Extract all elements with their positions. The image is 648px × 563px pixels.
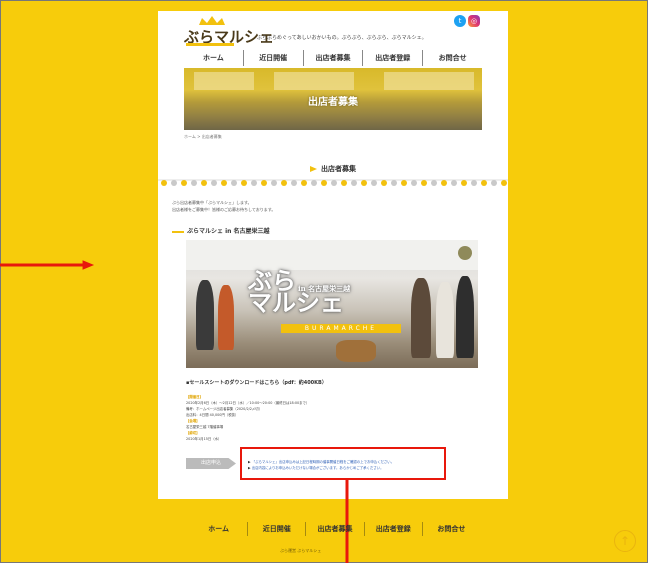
annotation-arrow-up [345, 478, 349, 563]
nav-item-home[interactable]: ホーム [184, 50, 244, 66]
tent-canopy [186, 240, 478, 270]
market-photo: ぶら マルシェ in 名古屋栄三越 BURAMARCHE [186, 240, 478, 368]
footer-item-home[interactable]: ホーム [190, 522, 249, 536]
annotation-highlight-box [240, 447, 446, 480]
nav-item-recruit[interactable]: 出店者募集 [304, 50, 364, 66]
person-figure [196, 280, 214, 350]
twitter-icon[interactable]: t [454, 15, 466, 27]
footer-item-upcoming[interactable]: 近日開催 [248, 522, 307, 536]
person-figure [218, 285, 234, 350]
main-nav: ホーム 近日開催 出店者募集 出店者登録 お問合せ [184, 50, 482, 66]
download-link[interactable]: ▪セールスシートのダウンロードはこちら（pdf：約400KB） [186, 379, 327, 386]
hero-banner: 出店者募集 [184, 68, 482, 130]
bunting-divider [158, 179, 508, 186]
photo-badge [458, 246, 472, 260]
site-logo[interactable]: ぶらマルシェ [184, 16, 274, 46]
photo-subtitle: in 名古屋栄三越 [298, 276, 350, 295]
page-container: ぶらマルシェ ぶらぶらめぐってあしいおかいもの。ぶらぶら、ぶらぶら、ぶらマルシェ… [158, 11, 508, 499]
details-line: 2020年1月15日（水） [186, 437, 222, 441]
event-details: 【開催日】 2020年2月6日（木）～2月12日（水）／10:00～20:00（… [186, 394, 486, 442]
arrow-up-circle-icon[interactable]: ↑ [614, 530, 636, 552]
photo-roman: BURAMARCHE [281, 324, 401, 333]
intro-line: ぶら出店者募集中「ぶらマルシェ」します。 [172, 200, 252, 205]
hero-tent [384, 72, 474, 90]
flag-icon [310, 166, 317, 172]
instagram-icon[interactable]: ◎ [468, 15, 480, 27]
photo-sub: in 名古屋栄三越 [298, 284, 351, 293]
intro-text: ぶら出店者募集中「ぶらマルシェ」します。 出店者様をご募集中！皆様のご応募お待ち… [172, 199, 275, 213]
person-figure [436, 282, 454, 358]
footer-item-contact[interactable]: お問合せ [423, 522, 480, 536]
annotation-arrow-right [0, 260, 95, 270]
breadcrumb[interactable]: ホーム > 出店者募集 [184, 134, 222, 140]
crown-icon [199, 16, 225, 25]
hero-tent [194, 72, 254, 90]
site-header: ぶらマルシェ ぶらぶらめぐってあしいおかいもの。ぶらぶら、ぶらぶら、ぶらマルシェ… [158, 11, 508, 49]
person-figure [456, 276, 474, 358]
nav-item-upcoming[interactable]: 近日開催 [244, 50, 304, 66]
site-tagline: ぶらぶらめぐってあしいおかいもの。ぶらぶら、ぶらぶら、ぶらマルシェ。 [257, 35, 427, 41]
photo-title-line2: マルシェ [248, 288, 344, 317]
apply-button[interactable]: 出店申込 [186, 458, 236, 469]
nav-item-contact[interactable]: お問合せ [423, 50, 482, 66]
intro-line: 出店者様をご募集中！皆様のご応募お待ちしております。 [172, 207, 276, 212]
section-title: 出店者募集 [158, 164, 508, 174]
hero-title: 出店者募集 [308, 97, 358, 108]
copyright: ぶら運営 ぶらマルシェ [280, 548, 322, 553]
hero-tent [274, 72, 354, 90]
person-figure [411, 278, 431, 358]
section-title-text: 出店者募集 [321, 164, 356, 173]
footer-nav: ホーム 近日開催 出店者募集 出店者登録 お問合せ [190, 522, 480, 536]
nav-item-register[interactable]: 出店者登録 [363, 50, 424, 66]
logo-underline [186, 43, 234, 46]
basket [336, 340, 376, 362]
market-title: ぶらマルシェ in 名古屋栄三越 [172, 226, 270, 235]
footer-item-recruit[interactable]: 出店者募集 [306, 522, 365, 536]
footer-item-register[interactable]: 出店者登録 [365, 522, 423, 536]
